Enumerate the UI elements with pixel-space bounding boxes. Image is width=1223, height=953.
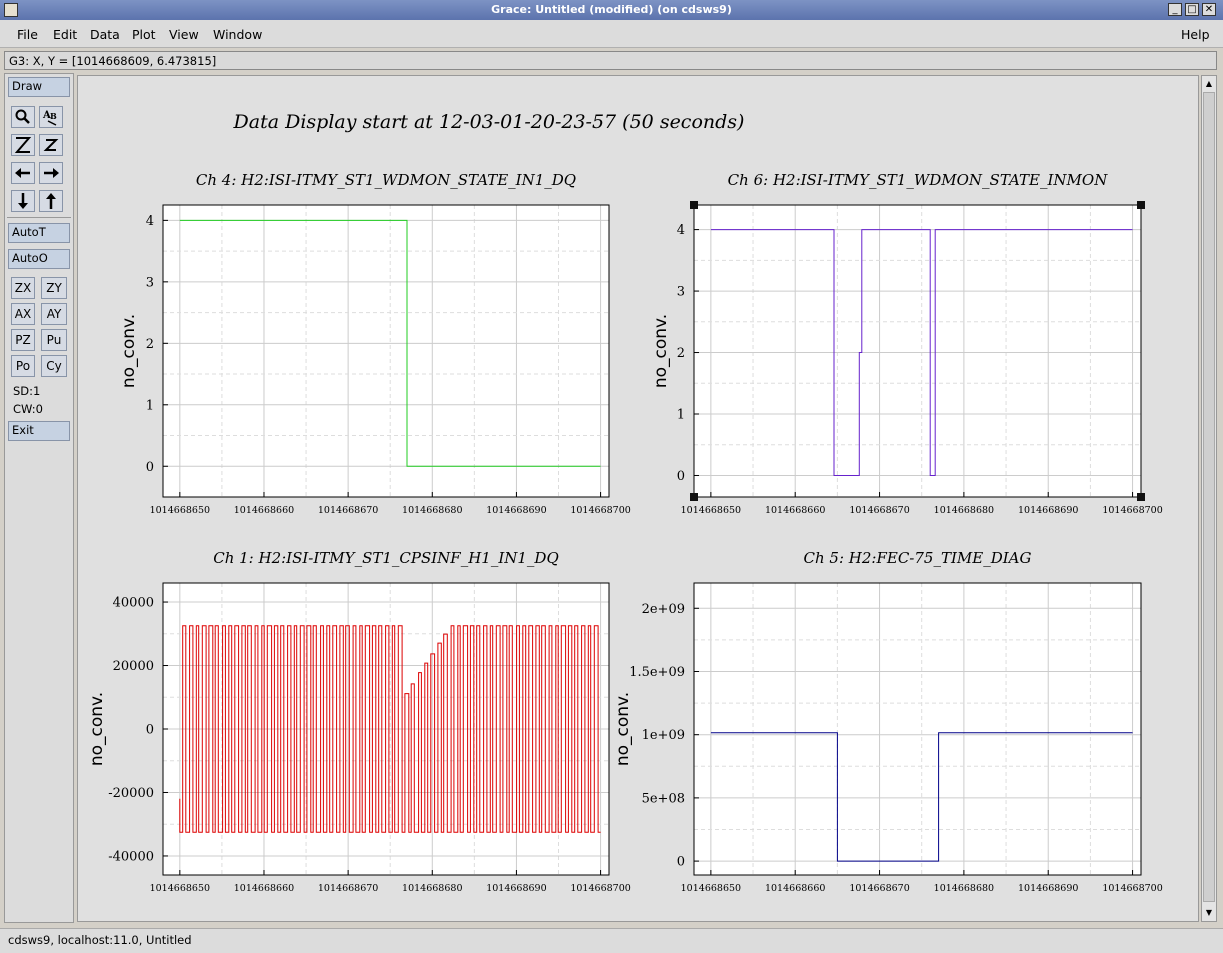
x-tick-label: 1014668690: [486, 505, 546, 516]
x-tick-label: 1014668650: [681, 505, 741, 516]
graph-title: Ch 4: H2:ISI-ITMY_ST1_WDMON_STATE_IN1_DQ: [196, 171, 576, 189]
y-tick-label: 40000: [113, 596, 154, 611]
y-tick-label: 2: [677, 346, 685, 361]
x-tick-label: 1014668680: [934, 883, 994, 894]
y-axis-label: no_conv.: [613, 692, 633, 766]
selection-handle[interactable]: [1137, 201, 1145, 209]
y-tick-label: 20000: [113, 659, 154, 674]
x-tick-label: 1014668660: [234, 505, 294, 516]
graph-title: Ch 6: H2:ISI-ITMY_ST1_WDMON_STATE_INMON: [728, 171, 1109, 189]
selection-handle[interactable]: [690, 201, 698, 209]
y-tick-label: 3: [677, 285, 685, 300]
plot-area[interactable]: [694, 583, 1141, 875]
graph-ch6[interactable]: 1014668650 1014668660 1014668670 1014668680…: [651, 171, 1163, 516]
x-tick-label: 1014668680: [934, 505, 994, 516]
x-tick-label: 1014668690: [1018, 505, 1078, 516]
x-tick-label: 1014668700: [570, 883, 630, 894]
status-text: cdsws9, localhost:11.0, Untitled: [8, 933, 192, 947]
y-tick-label: 1: [677, 408, 685, 423]
x-tick-label: 1014668700: [1102, 883, 1162, 894]
y-tick-label: 5e+08: [642, 791, 685, 806]
x-tick-label: 1014668660: [234, 883, 294, 894]
y-tick-label: -40000: [108, 849, 154, 864]
plot-area[interactable]: [694, 205, 1141, 497]
graph-title: Ch 1: H2:ISI-ITMY_ST1_CPSINF_H1_IN1_DQ: [213, 549, 559, 567]
x-tick-label: 1014668650: [150, 883, 210, 894]
y-axis-label: no_conv.: [87, 692, 107, 766]
graph-ch5[interactable]: 1014668650 1014668660 1014668670 1014668680…: [613, 549, 1163, 894]
selection-handle[interactable]: [1137, 493, 1145, 501]
selection-handle[interactable]: [690, 493, 698, 501]
x-tick-label: 1014668670: [849, 505, 909, 516]
graph-ch1[interactable]: 1014668650 1014668660 1014668670 1014668680…: [87, 549, 631, 894]
graph-ch4[interactable]: 1014668650 1014668660 1014668670 1014668680…: [119, 171, 631, 516]
y-tick-label: 3: [146, 275, 154, 290]
x-tick-label: 1014668670: [318, 883, 378, 894]
x-tick-label: 1014668660: [765, 505, 825, 516]
x-tick-label: 1014668700: [1102, 505, 1162, 516]
x-tick-label: 1014668680: [402, 505, 462, 516]
y-tick-label: 0: [146, 460, 154, 475]
y-tick-label: 0: [677, 469, 685, 484]
x-tick-label: 1014668660: [765, 883, 825, 894]
status-bar: cdsws9, localhost:11.0, Untitled: [0, 928, 1223, 953]
y-tick-label: 1: [146, 398, 154, 413]
x-tick-label: 1014668670: [849, 883, 909, 894]
y-tick-label: 2e+09: [642, 602, 685, 617]
x-tick-label: 1014668650: [681, 883, 741, 894]
y-tick-label: -20000: [108, 786, 154, 801]
plot-area[interactable]: [163, 205, 609, 497]
plot-title: Data Display start at 12-03-01-20-23-57 …: [233, 111, 745, 133]
y-axis-label: no_conv.: [119, 314, 139, 388]
y-tick-label: 0: [146, 723, 154, 738]
x-tick-label: 1014668680: [402, 883, 462, 894]
graph-title: Ch 5: H2:FEC-75_TIME_DIAG: [804, 549, 1032, 567]
plots-svg: Data Display start at 12-03-01-20-23-57 …: [87, 111, 1163, 894]
y-tick-label: 1.5e+09: [629, 665, 685, 680]
y-tick-label: 4: [677, 223, 685, 238]
x-tick-label: 1014668690: [1018, 883, 1078, 894]
x-tick-label: 1014668650: [150, 505, 210, 516]
y-axis-label: no_conv.: [651, 314, 671, 388]
y-tick-label: 2: [146, 337, 154, 352]
x-tick-label: 1014668670: [318, 505, 378, 516]
y-tick-label: 1e+09: [642, 728, 685, 743]
x-tick-label: 1014668700: [570, 505, 630, 516]
y-tick-label: 0: [677, 855, 685, 870]
x-tick-label: 1014668690: [486, 883, 546, 894]
y-tick-label: 4: [146, 214, 154, 229]
